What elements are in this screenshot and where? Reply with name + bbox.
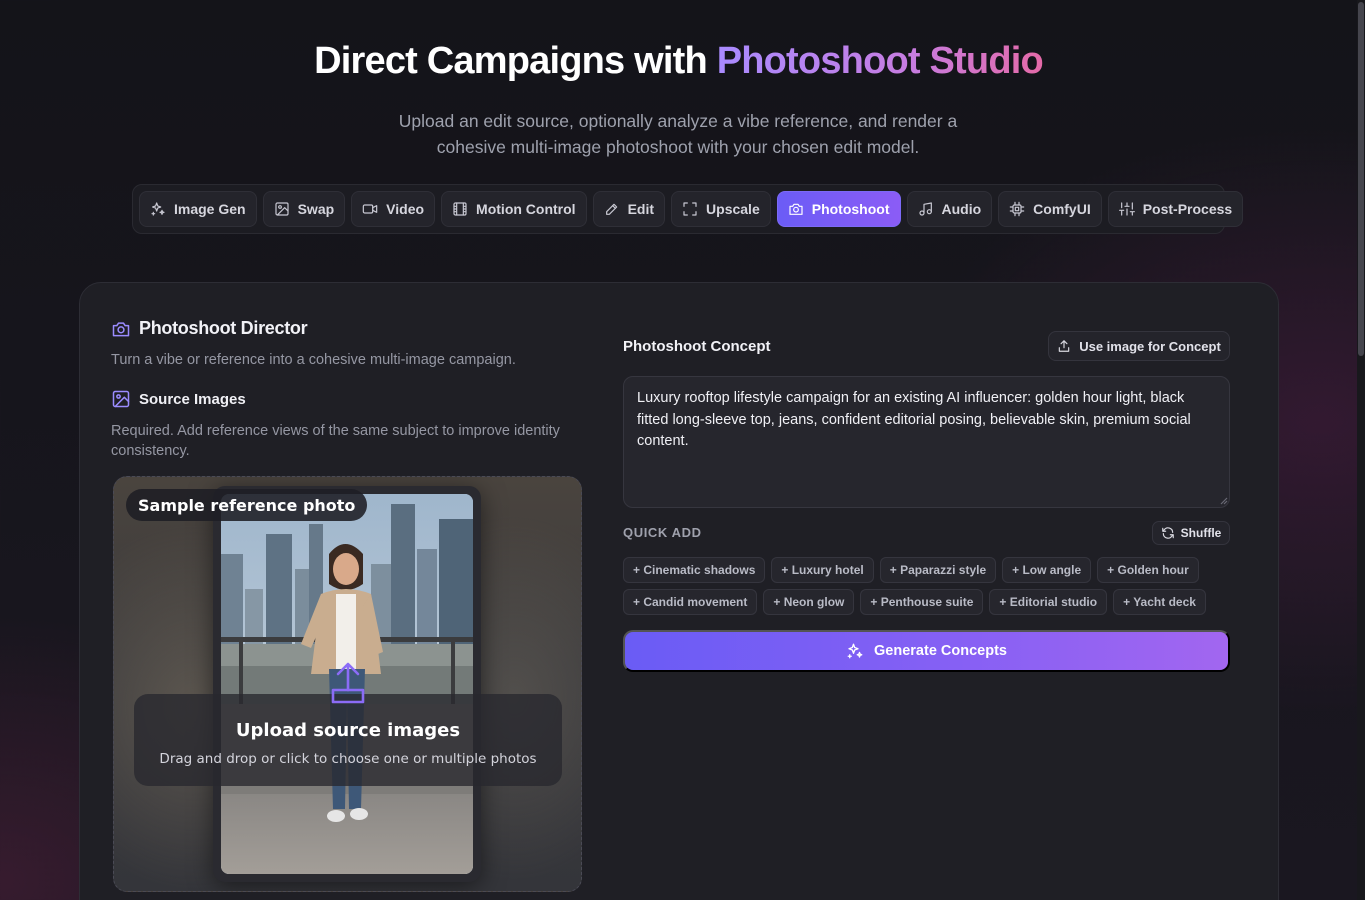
- tab-photoshoot[interactable]: Photoshoot: [776, 191, 901, 227]
- tab-label: Motion Control: [476, 201, 576, 217]
- page-scrollbar-thumb[interactable]: [1358, 2, 1364, 356]
- image-icon: [112, 390, 130, 408]
- chip-luxury-hotel[interactable]: + Luxury hotel: [771, 557, 874, 583]
- director-title-text: Photoshoot Director: [139, 318, 308, 338]
- photoshoot-concept-label: Photoshoot Concept: [623, 338, 771, 355]
- tab-label: ComfyUI: [1033, 201, 1091, 217]
- upload-icon: [330, 660, 366, 706]
- tab-label: Upscale: [706, 201, 760, 217]
- tab-label: Swap: [297, 201, 335, 217]
- source-images-title: Source Images: [111, 389, 246, 409]
- use-image-for-concept-label: Use image for Concept: [1079, 338, 1221, 354]
- generate-concepts-button[interactable]: Generate Concepts: [623, 630, 1230, 672]
- tool-tabs: Image Gen Swap Video Motion Control Edit…: [132, 184, 1244, 234]
- page-title-accent: Photoshoot Studio: [716, 40, 1044, 82]
- chip-cinematic-shadows[interactable]: + Cinematic shadows: [623, 557, 766, 583]
- sliders-icon: [1118, 202, 1135, 216]
- generate-concepts-label: Generate Concepts: [874, 643, 1007, 659]
- chip-neon-glow[interactable]: + Neon glow: [763, 589, 855, 615]
- sparkles-icon: [847, 643, 863, 659]
- shuffle-button[interactable]: Shuffle: [1152, 521, 1230, 545]
- page-subtitle: Upload an edit source, optionally analyz…: [398, 111, 958, 157]
- refresh-icon: [1161, 527, 1174, 539]
- photoshoot-concept-input[interactable]: Luxury rooftop lifestyle campaign for an…: [623, 376, 1230, 508]
- camera-icon: [789, 203, 803, 215]
- quick-add-label: QUICK ADD: [623, 525, 702, 540]
- chip-icon: [1009, 201, 1025, 217]
- director-subtitle: Turn a vibe or reference into a cohesive…: [111, 352, 516, 368]
- chip-candid-movement[interactable]: + Candid movement: [623, 589, 758, 615]
- tab-label: Audio: [941, 201, 982, 217]
- pencil-icon: [605, 203, 617, 215]
- upload-icon: [1058, 340, 1070, 352]
- quick-add-chips: + Cinematic shadows + Luxury hotel + Pap…: [623, 557, 1223, 615]
- tab-upscale[interactable]: Upscale: [671, 191, 771, 227]
- tab-video[interactable]: Video: [351, 191, 436, 227]
- source-images-subtitle: Required. Add reference views of the sam…: [111, 423, 560, 459]
- sparkles-icon: [151, 202, 165, 216]
- tab-label: Image Gen: [174, 201, 246, 217]
- chip-paparazzi-style[interactable]: + Paparazzi style: [879, 557, 997, 583]
- tab-comfyui[interactable]: ComfyUI: [998, 191, 1102, 227]
- chip-penthouse-suite[interactable]: + Penthouse suite: [860, 589, 984, 615]
- chip-yacht-deck[interactable]: + Yacht deck: [1113, 589, 1206, 615]
- upload-prompt[interactable]: Upload source images Drag and drop or cl…: [134, 662, 562, 786]
- film-icon: [453, 202, 467, 216]
- image-icon: [274, 202, 289, 216]
- page-title-main: Direct Campaigns with: [314, 40, 717, 82]
- shuffle-label: Shuffle: [1180, 526, 1222, 540]
- page-title: Direct Campaigns with Photoshoot Studio: [0, 40, 1357, 83]
- resize-grip-icon[interactable]: [1219, 496, 1228, 505]
- tab-label: Video: [386, 201, 425, 217]
- chip-editorial-studio[interactable]: + Editorial studio: [989, 589, 1108, 615]
- tab-swap[interactable]: Swap: [262, 191, 346, 227]
- tab-post-process[interactable]: Post-Process: [1107, 191, 1244, 227]
- tab-image-gen[interactable]: Image Gen: [139, 191, 257, 227]
- source-images-dropzone[interactable]: Sample reference photo Upload source ima…: [113, 476, 582, 892]
- upload-subtitle: Drag and drop or click to choose one or …: [159, 751, 537, 767]
- chip-low-angle[interactable]: + Low angle: [1002, 557, 1092, 583]
- sample-reference-badge: Sample reference photo: [126, 489, 368, 521]
- tab-label: Photoshoot: [811, 201, 890, 217]
- tab-motion-control[interactable]: Motion Control: [441, 191, 587, 227]
- music-icon: [918, 202, 932, 216]
- chip-golden-hour[interactable]: + Golden hour: [1097, 557, 1199, 583]
- tab-label: Post-Process: [1142, 201, 1233, 217]
- camera-icon: [112, 321, 130, 336]
- tab-audio[interactable]: Audio: [906, 191, 993, 227]
- tab-label: Edit: [627, 201, 655, 217]
- director-title: Photoshoot Director: [111, 318, 308, 339]
- tab-edit[interactable]: Edit: [592, 191, 666, 227]
- use-image-for-concept-button[interactable]: Use image for Concept: [1048, 331, 1230, 361]
- source-images-title-text: Source Images: [139, 390, 246, 408]
- video-icon: [362, 204, 378, 214]
- upload-title: Upload source images: [235, 720, 461, 741]
- expand-icon: [683, 202, 697, 216]
